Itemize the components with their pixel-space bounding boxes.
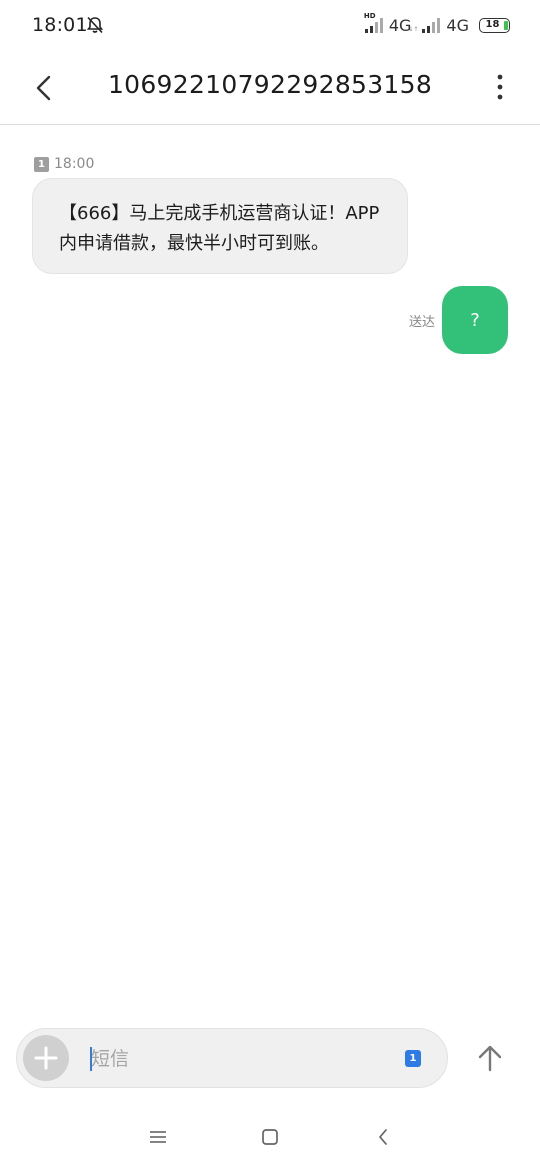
network-type-2: 4G [446,15,469,35]
battery-percent: 18 [485,18,500,30]
contact-number[interactable]: 10692210792292853158 [70,70,470,99]
back-button[interactable] [26,70,62,106]
message-composer: 1 [16,1028,448,1088]
menu-icon [150,1131,166,1143]
data-arrows-icon: ↓↑ [408,25,419,33]
network-type-1: 4G ↓↑ [388,15,419,35]
incoming-message-bubble[interactable]: 【666】马上完成手机运营商认证！APP内申请借款，最快半小时可到账。 [32,178,408,274]
message-time: 18:00 [54,156,95,172]
send-arrow-up-icon [478,1045,502,1072]
home-square-icon [262,1129,278,1145]
more-options-button[interactable] [488,70,512,104]
conversation-header: 10692210792292853158 [0,50,540,125]
add-attachment-button[interactable] [23,1035,69,1081]
signal-icon [421,16,443,34]
back-arrow-icon [36,75,51,101]
alarm-off-icon [85,15,105,35]
recent-apps-button[interactable] [143,1124,173,1150]
sms-conversation-screen: 18:01 HD 4G ↓↑ 4G 18 1069221079229285315… [0,0,540,1170]
system-nav-bar [0,1110,540,1170]
more-vertical-icon [497,74,503,100]
status-icons: HD 4G ↓↑ 4G 18 [364,12,510,36]
send-button[interactable] [470,1038,510,1078]
sim-select-button[interactable]: 1 [405,1050,421,1067]
message-meta: 1 18:00 [34,156,94,172]
sim-badge: 1 [34,156,49,172]
status-bar: 18:01 HD 4G ↓↑ 4G 18 [0,0,540,50]
system-back-button[interactable] [368,1124,398,1150]
hd-label: HD [363,12,376,20]
status-time: 18:01 [32,14,88,36]
outgoing-message-bubble[interactable]: ? [442,286,508,354]
text-cursor [90,1047,92,1071]
battery-charge-indicator [504,20,508,30]
battery-icon: 18 [479,17,510,33]
signal-icon: HD [364,12,386,34]
home-button[interactable] [255,1124,285,1150]
delivery-status: 送达 [408,315,435,330]
plus-icon [34,1046,58,1070]
message-input[interactable] [89,1043,381,1075]
back-chevron-icon [379,1129,387,1145]
